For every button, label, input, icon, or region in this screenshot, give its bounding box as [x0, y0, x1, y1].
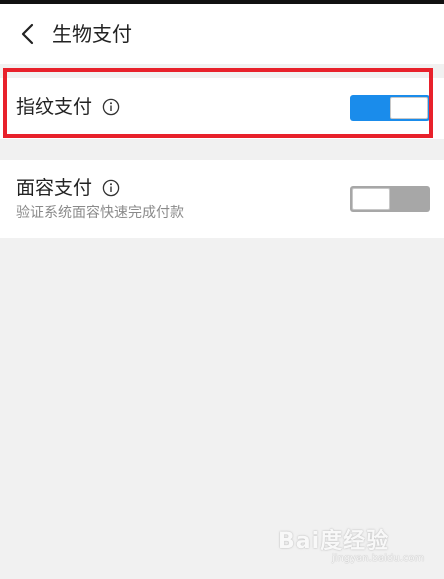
info-circle-glyph [102, 98, 120, 116]
face-pay-description: 验证系统面容快速完成付款 [16, 205, 184, 221]
toggle-knob [352, 188, 390, 210]
chevron-left-glyph [21, 23, 34, 45]
face-pay-label: 面容支付 [16, 177, 93, 199]
status-bar-notch [22, 0, 82, 4]
fingerprint-pay-label: 指纹支付 [16, 96, 93, 118]
fingerprint-pay-toggle[interactable] [350, 95, 430, 121]
face-pay-title-wrap: 面容支付 [16, 174, 120, 202]
baidu-jingyan-watermark: Bai度经验 jingyan.baidu.com [278, 523, 424, 569]
page-title: 生物支付 [52, 22, 132, 46]
info-circle-icon[interactable] [102, 98, 120, 116]
face-pay-toggle[interactable] [350, 186, 430, 212]
fingerprint-pay-title-wrap: 指纹支付 [16, 93, 120, 121]
face-pay-row: 面容支付 验证系统面容快速完成付款 [0, 160, 444, 238]
watermark-brand: Bai度经验 [278, 529, 390, 554]
header-bar: 生物支付 [0, 6, 444, 64]
info-circle-glyph [102, 179, 120, 197]
toggle-knob [390, 97, 428, 119]
watermark-url: jingyan.baidu.com [332, 553, 425, 564]
fingerprint-pay-row: 指纹支付 [0, 78, 444, 139]
info-circle-icon[interactable] [102, 179, 120, 197]
chevron-left-icon[interactable] [14, 20, 40, 48]
